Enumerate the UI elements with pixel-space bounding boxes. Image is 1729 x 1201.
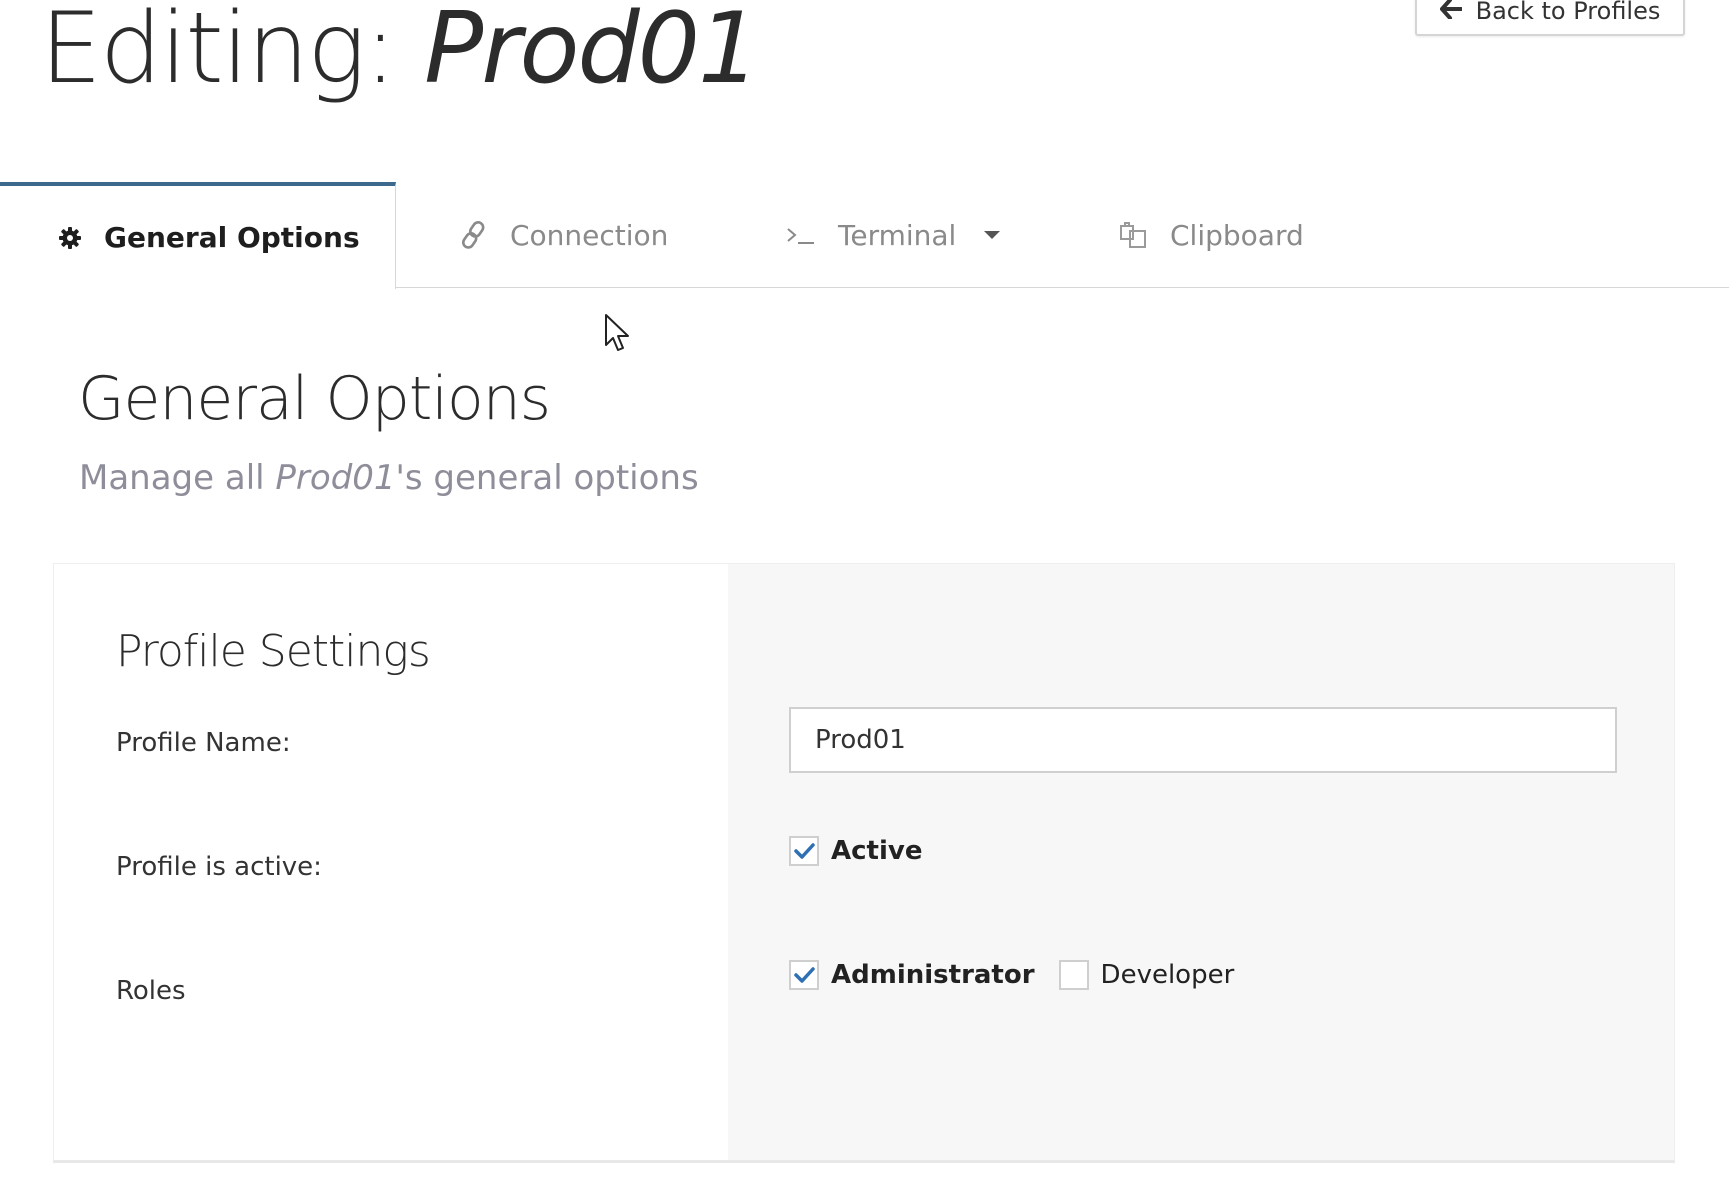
checkmark-icon: [794, 967, 815, 983]
developer-checkbox[interactable]: [1058, 960, 1089, 990]
back-to-profiles-button[interactable]: Back to Profiles: [1415, 0, 1685, 36]
active-option: Active: [789, 836, 934, 866]
terminal-icon: [786, 224, 816, 246]
profile-settings-panel: Profile Settings Profile Name: Profile i…: [53, 563, 1675, 1163]
clipboard-icon: [1118, 220, 1148, 250]
page-title-prefix: Editing:: [40, 0, 425, 106]
tab-bar: General Options Connection Terminal Clip…: [0, 182, 1729, 289]
administrator-checkbox[interactable]: [789, 960, 819, 990]
roles-options: Administrator Developer: [789, 960, 1246, 990]
section-title: General Options: [78, 364, 551, 434]
checkmark-icon: [794, 843, 815, 859]
roles-label: Roles: [116, 976, 186, 1006]
profile-name-label: Profile Name:: [116, 728, 291, 758]
tab-general-options[interactable]: General Options: [0, 182, 396, 289]
section-subtitle-suffix: 's general options: [395, 458, 699, 498]
active-checkbox[interactable]: [789, 836, 819, 866]
section-subtitle: Manage all Prod01's general options: [79, 458, 699, 498]
tab-general-options-label: General Options: [104, 221, 360, 254]
profile-active-label: Profile is active:: [116, 852, 322, 882]
page-title-profile: Prod01: [424, 0, 760, 106]
active-checkbox-label[interactable]: Active: [831, 836, 922, 866]
tab-clipboard-label: Clipboard: [1170, 218, 1304, 252]
administrator-checkbox-label[interactable]: Administrator: [831, 960, 1035, 990]
profile-name-input[interactable]: [789, 707, 1617, 773]
tab-terminal-label: Terminal: [838, 218, 957, 252]
gear-icon: [58, 226, 82, 250]
tab-clipboard[interactable]: Clipboard: [1118, 182, 1304, 288]
panel-title: Profile Settings: [116, 626, 431, 677]
chevron-down-icon[interactable]: [984, 231, 1001, 239]
section-subtitle-prefix: Manage all: [79, 458, 276, 498]
mouse-cursor-icon: [604, 313, 632, 357]
tab-connection[interactable]: Connection: [460, 182, 668, 288]
back-to-profiles-label: Back to Profiles: [1475, 0, 1661, 25]
arrow-left-icon: [1439, 0, 1463, 25]
tab-terminal[interactable]: Terminal: [786, 182, 1001, 288]
page-title: Editing: Prod01: [40, 0, 760, 106]
link-icon: [460, 220, 488, 250]
section-subtitle-profile: Prod01: [275, 458, 396, 498]
tab-connection-label: Connection: [510, 218, 669, 252]
developer-checkbox-label[interactable]: Developer: [1101, 960, 1235, 990]
